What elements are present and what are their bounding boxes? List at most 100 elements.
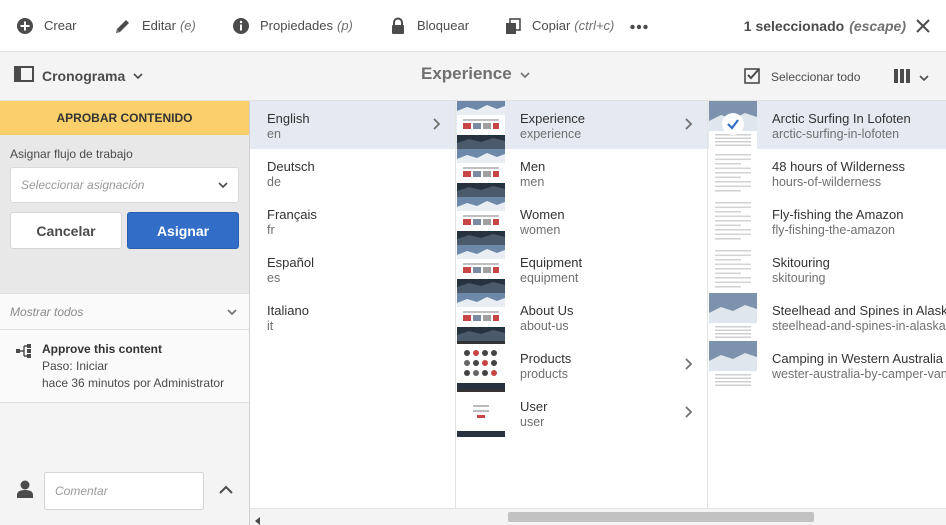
rail-panel-icon	[14, 66, 34, 85]
item-name: de	[267, 175, 281, 189]
item-name: fly-fishing-the-amazon	[772, 223, 895, 237]
language-row-it[interactable]: Italiano it	[250, 293, 455, 341]
properties-shortcut: (p)	[337, 18, 353, 33]
scroll-left-icon[interactable]	[255, 513, 261, 525]
chevron-right-icon	[685, 406, 693, 421]
select-all-button[interactable]: Seleccionar todo	[744, 67, 860, 87]
workflow-icon	[16, 344, 34, 361]
item-name: fr	[267, 223, 275, 237]
page-row-arctic-surfing-in-lofoten[interactable]: Arctic Surfing In Lofoten arctic-surfing-…	[708, 101, 946, 149]
create-label: Crear	[44, 18, 77, 33]
properties-label: Propiedades	[260, 18, 333, 33]
section-row-experience[interactable]: Experience experience	[456, 101, 707, 149]
section-row-women[interactable]: Women women	[456, 197, 707, 245]
show-all-filter[interactable]: Mostrar todos	[0, 293, 249, 330]
section-row-equipment[interactable]: Equipment equipment	[456, 245, 707, 293]
item-title: Arctic Surfing In Lofoten	[772, 111, 911, 126]
comment-input[interactable]: Comentar	[44, 472, 204, 510]
timeline-rail: APROBAR CONTENIDO Asignar flujo de traba…	[0, 101, 250, 525]
page-thumbnail	[709, 101, 757, 149]
item-title: Men	[520, 159, 546, 174]
language-row-es[interactable]: Español es	[250, 245, 455, 293]
create-button[interactable]: Crear	[0, 0, 98, 52]
page-thumbnail	[457, 341, 505, 389]
column-view-icon	[893, 68, 911, 87]
breadcrumb[interactable]: Experience	[421, 64, 530, 84]
selection-label: 1 seleccionado	[743, 18, 845, 34]
language-row-en[interactable]: English en	[250, 101, 455, 149]
page-column: Arctic Surfing In Lofoten arctic-surfing-…	[708, 101, 946, 508]
action-bar: Crear Editar (e) Propiedades (p) Bloquea…	[0, 0, 946, 52]
page-thumbnail	[457, 389, 505, 437]
item-name: equipment	[520, 271, 579, 285]
timeline-step: Paso: Iniciar	[42, 359, 109, 373]
page-row-skitouring[interactable]: Skitouring skitouring	[708, 245, 946, 293]
comment-placeholder: Comentar	[55, 484, 108, 498]
select-all-label: Seleccionar todo	[771, 70, 861, 84]
page-thumbnail	[709, 245, 757, 293]
section-row-products[interactable]: Products products	[456, 341, 707, 389]
item-title: Italiano	[267, 303, 309, 318]
language-row-fr[interactable]: Français fr	[250, 197, 455, 245]
timeline-entry[interactable]: Approve this content Paso: Iniciar hace …	[0, 330, 249, 403]
assign-workflow-form: Asignar flujo de trabajo Seleccionar asi…	[0, 135, 249, 293]
chevron-right-icon	[685, 118, 693, 133]
item-title: Skitouring	[772, 255, 830, 270]
section-row-user[interactable]: User user	[456, 389, 707, 437]
view-switcher[interactable]	[893, 68, 929, 87]
copy-icon	[504, 17, 522, 35]
selection-shortcut: (escape)	[849, 18, 906, 34]
horizontal-scrollbar[interactable]	[250, 508, 946, 525]
item-title: Français	[267, 207, 317, 222]
item-name: hours-of-wilderness	[772, 175, 882, 189]
item-name: men	[520, 175, 545, 189]
copy-button[interactable]: Copiar (ctrl+c)	[488, 0, 618, 52]
assign-select-placeholder: Seleccionar asignación	[21, 178, 145, 192]
chevron-up-icon[interactable]	[219, 483, 233, 498]
page-thumbnail	[709, 293, 757, 341]
item-title: Women	[520, 207, 565, 222]
copy-label: Copiar	[532, 18, 571, 33]
edit-button[interactable]: Editar (e)	[98, 0, 216, 52]
rail-toggle-button[interactable]: Cronograma	[14, 66, 143, 85]
item-title: Fly-fishing the Amazon	[772, 207, 904, 222]
chevron-down-icon	[133, 68, 143, 83]
page-thumbnail	[457, 149, 505, 197]
info-icon	[232, 17, 250, 35]
section-row-men[interactable]: Men men	[456, 149, 707, 197]
lock-label: Bloquear	[417, 18, 470, 33]
copy-shortcut: (ctrl+c)	[574, 18, 615, 33]
lock-button[interactable]: Bloquear	[373, 0, 488, 52]
page-thumbnail	[709, 149, 757, 197]
item-title: English	[267, 111, 310, 126]
breadcrumb-title: Experience	[421, 64, 512, 83]
cancel-button[interactable]: Cancelar	[10, 212, 122, 249]
assign-select[interactable]: Seleccionar asignación	[10, 167, 239, 203]
page-row-hours-of-wilderness[interactable]: 48 hours of Wilderness hours-of-wildernes…	[708, 149, 946, 197]
item-title: Deutsch	[267, 159, 315, 174]
properties-button[interactable]: Propiedades (p)	[216, 0, 373, 52]
item-title: Steelhead and Spines in Alaska	[772, 303, 946, 318]
item-name: es	[267, 271, 281, 285]
page-row-wester-australia-by-camper-van[interactable]: Camping in Western Australia wester-austr…	[708, 341, 946, 389]
more-actions-button[interactable]	[618, 0, 658, 52]
lock-icon	[389, 17, 407, 35]
timeline-meta: hace 36 minutos por Administrator	[42, 376, 225, 390]
comment-bar: Comentar	[0, 469, 249, 525]
ellipsis-icon	[630, 18, 648, 33]
page-thumbnail	[457, 245, 505, 293]
edit-label: Editar	[142, 18, 176, 33]
page-row-fly-fishing-the-amazon[interactable]: Fly-fishing the Amazon fly-fishing-the-am…	[708, 197, 946, 245]
language-row-de[interactable]: Deutsch de	[250, 149, 455, 197]
page-row-steelhead-and-spines-in-alaska[interactable]: Steelhead and Spines in Alaska steelhead-…	[708, 293, 946, 341]
close-icon[interactable]	[914, 17, 932, 35]
section-row-about-us[interactable]: About Us about-us	[456, 293, 707, 341]
page-thumbnail	[709, 341, 757, 389]
page-thumbnail	[457, 197, 505, 245]
edit-shortcut: (e)	[179, 18, 196, 33]
plus-circle-icon	[16, 17, 34, 35]
item-title: 48 hours of Wilderness	[772, 159, 905, 174]
scrollbar-thumb[interactable]	[508, 512, 814, 522]
assign-button[interactable]: Asignar	[127, 212, 239, 249]
check-icon	[722, 113, 744, 135]
